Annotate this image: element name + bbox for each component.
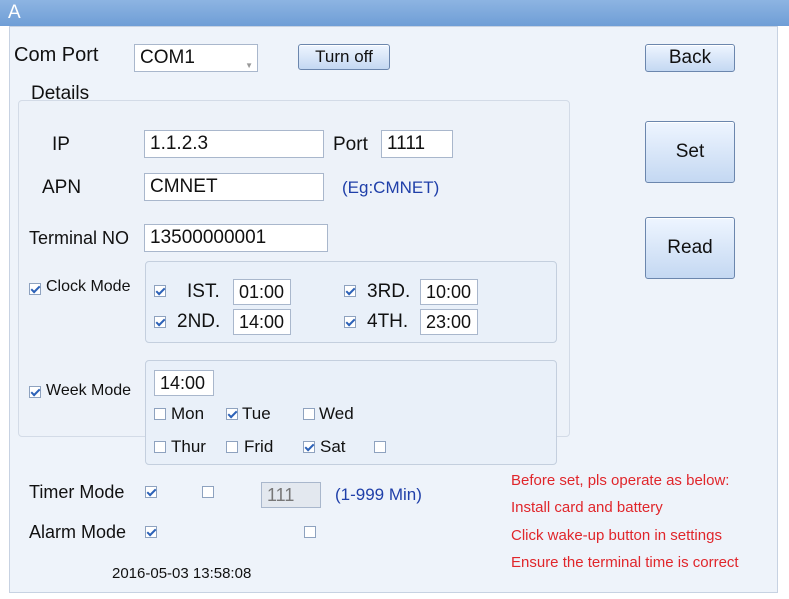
clock-slot-1-label: IST. — [187, 281, 220, 302]
day-extra-checkbox[interactable] — [374, 441, 386, 453]
main-window: Com Port COM1 ▼ Turn off Back Details IP… — [9, 26, 778, 593]
clock-slot-1-checkbox[interactable] — [154, 285, 166, 297]
timer-range-hint: (1-999 Min) — [335, 485, 422, 504]
apn-label: APN — [42, 177, 82, 198]
day-mon-checkbox[interactable] — [154, 408, 166, 420]
clock-mode-label: Clock Mode — [46, 278, 131, 295]
apn-input[interactable]: CMNET — [144, 173, 324, 201]
day-tue-checkbox[interactable] — [226, 408, 238, 420]
day-wed-checkbox[interactable] — [303, 408, 315, 420]
week-mode-label: Week Mode — [46, 382, 132, 399]
clock-slot-4-input[interactable]: 23:00 — [420, 309, 478, 335]
timer-mode-label: Timer Mode — [29, 482, 125, 502]
terminal-no-label: Terminal NO — [29, 228, 130, 248]
terminal-no-input[interactable]: 13500000001 — [144, 224, 328, 252]
com-port-select[interactable]: COM1 ▼ — [134, 44, 258, 72]
turn-off-button[interactable]: Turn off — [298, 44, 390, 70]
timer-value-input[interactable]: 111 — [261, 482, 321, 508]
ip-label: IP — [52, 134, 70, 155]
note-line-4: Ensure the terminal time is correct — [511, 554, 739, 571]
day-sat-label: Sat — [320, 437, 346, 456]
port-label: Port — [333, 134, 368, 155]
day-tue-label: Tue — [242, 404, 271, 423]
timer-sub-checkbox[interactable] — [202, 486, 214, 498]
clock-slot-1-input[interactable]: 01:00 — [233, 279, 291, 305]
clock-slot-3-input[interactable]: 10:00 — [420, 279, 478, 305]
week-mode-checkbox[interactable] — [29, 386, 41, 398]
com-port-label: Com Port — [14, 44, 99, 66]
chevron-down-icon: ▼ — [245, 61, 253, 70]
alarm-sub-checkbox[interactable] — [304, 526, 316, 538]
day-wed-label: Wed — [319, 404, 354, 423]
note-line-3: Click wake-up button in settings — [511, 527, 722, 544]
day-thur-label: Thur — [171, 437, 206, 456]
ip-input[interactable]: 1.1.2.3 — [144, 130, 324, 158]
note-line-1: Before set, pls operate as below: — [511, 472, 730, 489]
clock-slot-2-input[interactable]: 14:00 — [233, 309, 291, 335]
port-input[interactable]: 1111 — [381, 130, 453, 158]
status-timestamp: 2016-05-03 13:58:08 — [112, 565, 252, 582]
clock-slot-4-label: 4TH. — [367, 311, 409, 332]
window-title: A — [8, 2, 21, 23]
week-time-input[interactable]: 14:00 — [154, 370, 214, 396]
day-mon-label: Mon — [171, 404, 205, 423]
day-frid-label: Frid — [244, 437, 274, 456]
clock-slot-2-label: 2ND. — [177, 311, 221, 332]
clock-slot-2-checkbox[interactable] — [154, 316, 166, 328]
clock-slot-3-checkbox[interactable] — [344, 285, 356, 297]
clock-slot-4-checkbox[interactable] — [344, 316, 356, 328]
note-line-2: Install card and battery — [511, 499, 663, 516]
alarm-mode-label: Alarm Mode — [29, 522, 127, 542]
day-frid-checkbox[interactable] — [226, 441, 238, 453]
day-thur-checkbox[interactable] — [154, 441, 166, 453]
read-button[interactable]: Read — [645, 217, 735, 279]
alarm-mode-checkbox[interactable] — [145, 526, 157, 538]
set-button[interactable]: Set — [645, 121, 735, 183]
back-button[interactable]: Back — [645, 44, 735, 72]
title-bar: A — [0, 0, 789, 26]
clock-mode-checkbox[interactable] — [29, 283, 41, 295]
clock-slot-3-label: 3RD. — [367, 281, 411, 302]
day-sat-checkbox[interactable] — [303, 441, 315, 453]
com-port-value: COM1 — [140, 47, 195, 68]
timer-mode-checkbox[interactable] — [145, 486, 157, 498]
apn-hint: (Eg:CMNET) — [342, 178, 440, 197]
